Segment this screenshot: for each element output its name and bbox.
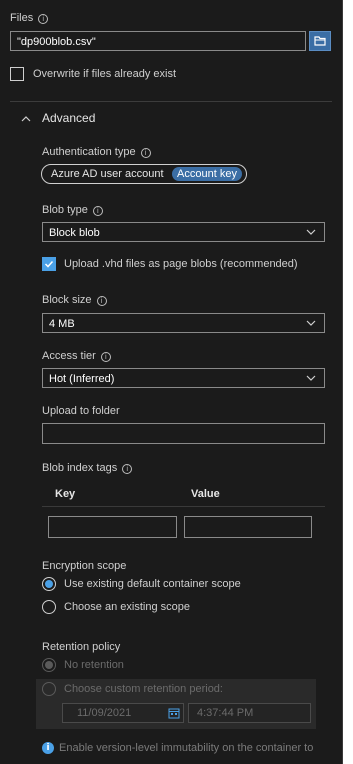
tags-column-key: Key (55, 488, 76, 500)
blob-type-label: Blob type i (42, 204, 103, 216)
encryption-default-radio[interactable] (42, 577, 56, 591)
tag-value-input[interactable] (184, 516, 312, 538)
info-icon[interactable]: i (96, 296, 107, 306)
retention-none-radio[interactable] (42, 658, 56, 672)
blob-index-tags-label: Blob index tags i (42, 462, 133, 474)
block-size-value: 4 MB (49, 318, 75, 330)
retention-time-input[interactable]: 4:37:44 PM (188, 703, 311, 723)
info-icon[interactable]: i (140, 148, 151, 158)
immutability-note: Enable version-level immutability on the… (59, 742, 314, 754)
blob-index-tags-label-text: Blob index tags (42, 462, 118, 474)
divider (10, 101, 332, 102)
checkmark-icon (44, 260, 54, 268)
tags-column-value: Value (191, 488, 220, 500)
files-label-text: Files (10, 12, 34, 24)
block-size-label: Block size i (42, 294, 107, 306)
info-icon[interactable]: i (100, 352, 111, 362)
folder-icon (314, 36, 326, 46)
files-input-value: "dp900blob.csv" (17, 36, 96, 48)
encryption-scope-label: Encryption scope (42, 560, 127, 572)
chevron-up-icon (21, 116, 31, 122)
access-tier-label-text: Access tier (42, 350, 96, 362)
tag-key-input[interactable] (48, 516, 177, 538)
retention-custom-label: Choose custom retention period: (64, 683, 223, 695)
retention-custom-radio[interactable] (42, 682, 56, 696)
block-size-select[interactable]: 4 MB (42, 313, 325, 333)
auth-type-label: Authentication type i (42, 146, 151, 158)
overwrite-checkbox[interactable] (10, 67, 24, 81)
chevron-down-icon (306, 320, 316, 326)
blob-type-value: Block blob (49, 227, 100, 239)
retention-policy-label: Retention policy (42, 641, 121, 653)
chevron-down-icon (306, 229, 316, 235)
upload-folder-input[interactable] (42, 423, 325, 444)
auth-option-azure-ad[interactable]: Azure AD user account (51, 168, 164, 180)
info-icon[interactable]: i (38, 14, 49, 24)
info-icon[interactable]: i (92, 206, 103, 216)
calendar-icon[interactable] (168, 707, 180, 719)
block-size-label-text: Block size (42, 294, 92, 306)
files-label: Files i (10, 12, 49, 24)
upload-blob-panel: Files i "dp900blob.csv" Overwrite if file… (0, 0, 343, 764)
blob-type-select[interactable]: Block blob (42, 222, 325, 242)
auth-option-account-key[interactable]: Account key (172, 167, 242, 181)
tags-header-divider (42, 506, 325, 507)
chevron-down-icon (306, 375, 316, 381)
info-filled-icon: i (42, 742, 54, 754)
access-tier-value: Hot (Inferred) (49, 373, 115, 385)
retention-date-input[interactable]: 11/09/2021 (62, 703, 184, 723)
upload-folder-label: Upload to folder (42, 405, 120, 417)
blob-type-label-text: Blob type (42, 204, 88, 216)
retention-time-value: 4:37:44 PM (197, 707, 254, 719)
advanced-toggle[interactable]: Advanced (18, 111, 138, 127)
auth-type-label-text: Authentication type (42, 146, 136, 158)
access-tier-select[interactable]: Hot (Inferred) (42, 368, 325, 388)
overwrite-label: Overwrite if files already exist (33, 68, 177, 80)
encryption-existing-label: Choose an existing scope (64, 601, 190, 613)
encryption-existing-radio[interactable] (42, 600, 56, 614)
auth-type-toggle: Azure AD user account Account key (41, 164, 247, 184)
access-tier-label: Access tier i (42, 350, 111, 362)
advanced-label: Advanced (42, 111, 96, 125)
retention-date-value: 11/09/2021 (77, 707, 132, 719)
upload-vhd-label: Upload .vhd files as page blobs (recomme… (64, 258, 298, 270)
retention-none-label: No retention (64, 659, 124, 671)
scrollbar[interactable] (343, 0, 353, 764)
files-input[interactable]: "dp900blob.csv" (10, 31, 306, 51)
browse-files-button[interactable] (309, 31, 331, 51)
encryption-default-label: Use existing default container scope (64, 578, 241, 590)
upload-vhd-checkbox[interactable] (42, 257, 56, 271)
info-icon[interactable]: i (122, 464, 133, 474)
